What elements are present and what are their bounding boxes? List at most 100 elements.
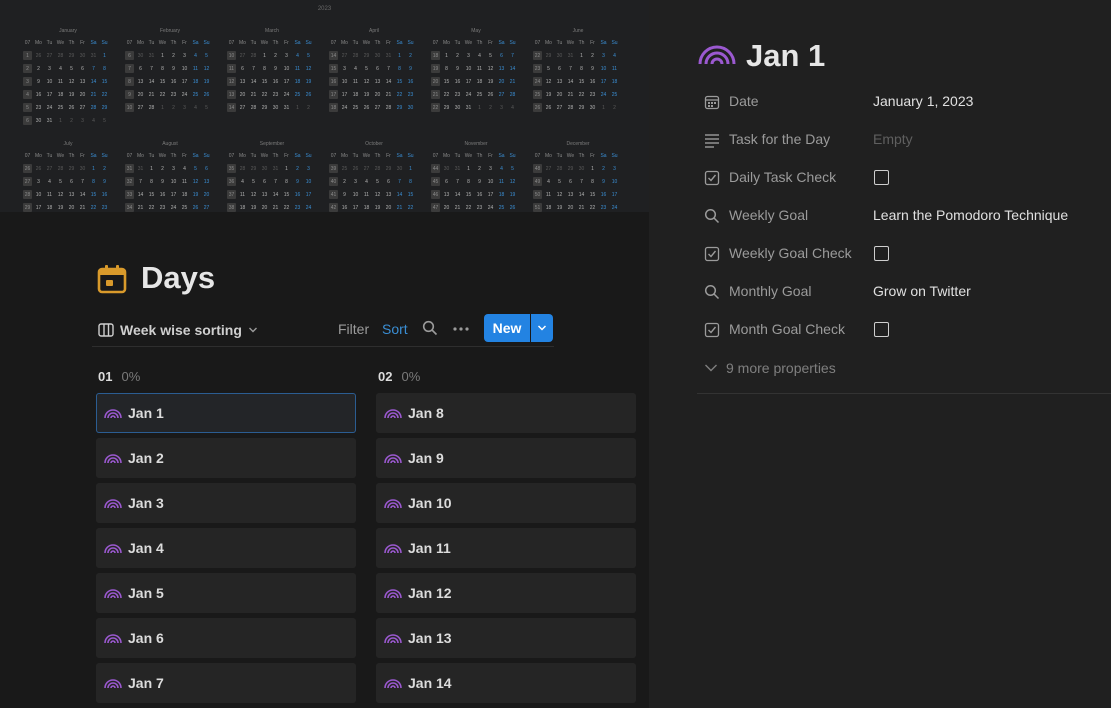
property-value[interactable]: Empty — [873, 131, 913, 147]
property-row: Weekly Goal Learn the Pomodoro Technique — [704, 205, 1104, 227]
property-value[interactable]: Grow on Twitter — [873, 283, 971, 299]
property-row: Weekly Goal Check — [704, 243, 1104, 265]
calendar-icon — [97, 265, 127, 294]
cover-month-name: March — [265, 28, 279, 34]
card-title: Jan 1 — [128, 405, 164, 421]
board-card[interactable]: Jan 10 — [376, 483, 636, 523]
sort-button[interactable]: Sort — [382, 321, 408, 337]
cover-month-name: June — [572, 28, 584, 34]
property-row: Task for the Day Empty — [704, 129, 1104, 151]
property-label[interactable]: Month Goal Check — [729, 321, 845, 337]
new-button[interactable]: New — [484, 314, 530, 342]
cover-month-name: February — [159, 28, 180, 34]
group-header[interactable]: 02 0% — [376, 366, 638, 386]
board-card[interactable]: Jan 12 — [376, 573, 636, 613]
cover-month: March 07 Mo Tu We Th Fr Sa Su 10 27 28 1 2 3 4 5 11 6 7 8 9 10… — [226, 28, 318, 114]
board-card[interactable]: Jan 9 — [376, 438, 636, 478]
property-row: Date January 1, 2023 — [704, 91, 1104, 113]
property-checkbox[interactable] — [874, 322, 889, 337]
cover-month-name: December — [566, 141, 590, 147]
board-card[interactable]: Jan 4 — [96, 528, 356, 568]
group-progress: 0% — [121, 368, 141, 384]
board-card[interactable]: Jan 14 — [376, 663, 636, 703]
checkbox-icon — [704, 246, 720, 262]
search-icon[interactable] — [422, 320, 438, 336]
board-card[interactable]: Jan 2 — [96, 438, 356, 478]
property-label[interactable]: Weekly Goal — [729, 207, 808, 223]
rainbow-icon — [104, 544, 122, 554]
view-label: Week wise sorting — [120, 322, 242, 338]
property-value[interactable]: Learn the Pomodoro Technique — [873, 207, 1068, 223]
rainbow-icon — [384, 454, 402, 464]
rainbow-icon — [104, 679, 122, 689]
cover-month-name: August — [162, 141, 178, 147]
property-label[interactable]: Date — [729, 93, 759, 109]
board-card[interactable]: Jan 13 — [376, 618, 636, 658]
group-name: 02 — [378, 368, 393, 384]
property-row: Daily Task Check — [704, 167, 1104, 189]
board-group-01: 01 0% Jan 1 Jan 2 Jan 3 Jan 4 Jan 5 Jan 6 Jan 7 — [96, 366, 358, 703]
filter-button[interactable]: Filter — [338, 321, 369, 337]
page-title: Days — [141, 260, 216, 295]
card-title: Jan 6 — [128, 630, 164, 646]
board-group-02: 02 0% Jan 8 Jan 9 Jan 10 Jan 11 Jan 12 Jan 13 Ja… — [376, 366, 638, 703]
peek-panel: Jan 1 Date January 1, 2023 Task for the Da… — [649, 0, 1111, 708]
group-header[interactable]: 01 0% — [96, 366, 358, 386]
search-icon — [704, 208, 720, 224]
board-card[interactable]: Jan 6 — [96, 618, 356, 658]
rainbow-icon — [384, 544, 402, 554]
board-card[interactable]: Jan 5 — [96, 573, 356, 613]
cover-month: July 07 Mo Tu We Th Fr Sa Su 26 26 27 28 29 30 1 2 27 3 4 5 6… — [22, 141, 114, 212]
cover-month-name: September — [259, 141, 285, 147]
property-checkbox[interactable] — [874, 246, 889, 261]
card-title: Jan 12 — [408, 585, 452, 601]
property-label[interactable]: Daily Task Check — [729, 169, 836, 185]
board-card[interactable]: Jan 8 — [376, 393, 636, 433]
property-label[interactable]: Task for the Day — [729, 131, 830, 147]
more-options-icon[interactable] — [452, 320, 470, 336]
calendar-grid-icon — [704, 95, 720, 110]
property-row: Month Goal Check — [704, 319, 1104, 341]
peek-title: Jan 1 — [746, 38, 826, 73]
rainbow-icon — [104, 499, 122, 509]
view-toolbar: Week wise sorting Filter Sort New — [92, 314, 554, 347]
card-title: Jan 5 — [128, 585, 164, 601]
new-dropdown-button[interactable] — [531, 314, 553, 342]
property-label[interactable]: Monthly Goal — [729, 283, 811, 299]
cover-month-name: May — [471, 28, 481, 34]
card-title: Jan 13 — [408, 630, 452, 646]
cover-month: August 07 Mo Tu We Th Fr Sa Su 31 31 1 2 3 4 5 6 32 7 8 9 10 1… — [124, 141, 216, 212]
board-card[interactable]: Jan 3 — [96, 483, 356, 523]
property-label[interactable]: Weekly Goal Check — [729, 245, 852, 261]
database-page: 2023 January 07 Mo Tu We Th Fr Sa Su 1 26 27 28 29 30 3… — [0, 0, 649, 708]
more-properties-toggle[interactable]: 9 more properties — [704, 360, 836, 376]
board-card[interactable]: Jan 1 — [96, 393, 356, 433]
cover-month: October 07 Mo Tu We Th Fr Sa Su 39 25 26 27 28 29 30 1 40… — [328, 141, 420, 212]
cover-month: November 07 Mo Tu We Th Fr Sa Su 44 30 31 1 2 3 4 5 45 6 7 8… — [430, 141, 522, 212]
cover-month: January 07 Mo Tu We Th Fr Sa Su 1 26 27 28 29 30 31 1 2 2 3… — [22, 28, 114, 127]
rainbow-icon — [698, 45, 736, 65]
more-properties-label: 9 more properties — [726, 360, 836, 376]
rainbow-icon — [104, 634, 122, 644]
card-title: Jan 14 — [408, 675, 452, 691]
rainbow-icon — [384, 409, 402, 419]
rainbow-icon — [384, 679, 402, 689]
checkbox-icon — [704, 322, 720, 338]
property-checkbox[interactable] — [874, 170, 889, 185]
rainbow-icon — [104, 454, 122, 464]
cover-month-name: July — [63, 141, 73, 147]
rainbow-icon — [104, 409, 122, 419]
cover-month: June 07 Mo Tu We Th Fr Sa Su 22 29 30 31 1 2 3 4 23 5 6 7 8 9 1… — [532, 28, 624, 114]
cover-month: December 07 Mo Tu We Th Fr Sa Su 48 27 28 29 30 1 2 3 49 4… — [532, 141, 624, 212]
board-card[interactable]: Jan 7 — [96, 663, 356, 703]
board-card[interactable]: Jan 11 — [376, 528, 636, 568]
property-value[interactable]: January 1, 2023 — [873, 93, 973, 109]
rainbow-icon — [384, 499, 402, 509]
property-row: Monthly Goal Grow on Twitter — [704, 281, 1104, 303]
text-lines-icon — [705, 134, 719, 148]
checkbox-icon — [704, 170, 720, 186]
view-selector[interactable]: Week wise sorting — [98, 320, 258, 340]
rainbow-icon — [104, 589, 122, 599]
cover-month: April 07 Mo Tu We Th Fr Sa Su 14 27 28 29 30 31 1 2 15 3 4 5… — [328, 28, 420, 114]
card-title: Jan 7 — [128, 675, 164, 691]
